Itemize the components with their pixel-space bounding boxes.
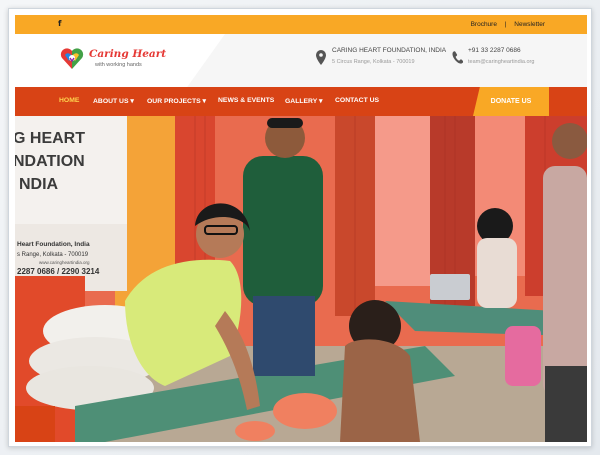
- banner-line-1: G HEART: [15, 130, 85, 147]
- nav-home[interactable]: HOME: [59, 97, 79, 104]
- location-pin-icon: [316, 50, 326, 65]
- newsletter-link[interactable]: Newsletter: [514, 21, 545, 28]
- site-header: Caring Heart with working hands CARING H…: [15, 34, 587, 87]
- logo-title[interactable]: Caring Heart: [89, 48, 166, 60]
- donate-button[interactable]: DONATE US: [473, 87, 549, 116]
- top-bar: f Brochure | Newsletter: [15, 15, 587, 34]
- web-page: f Brochure | Newsletter Caring Heart wit…: [15, 15, 587, 442]
- nav-contact-us[interactable]: CONTACT US: [335, 97, 379, 104]
- banner-phone: 2287 0686 / 2290 3214: [17, 267, 100, 276]
- banner-address: s Range, Kolkata - 700019: [17, 252, 89, 258]
- nav-about-us[interactable]: ABOUT US ▾: [93, 97, 134, 105]
- phone-number[interactable]: +91 33 2287 0686: [468, 47, 521, 54]
- hero-photo: G HEART NDATION NDIA Heart Foundation, I…: [15, 116, 587, 442]
- top-links-separator: |: [504, 21, 507, 28]
- nav-our-projects[interactable]: OUR PROJECTS ▾: [147, 97, 206, 105]
- banner-line-3: NDIA: [19, 176, 59, 193]
- hero-photo-illustration: G HEART NDATION NDIA Heart Foundation, I…: [15, 116, 587, 442]
- browser-frame: f Brochure | Newsletter Caring Heart wit…: [8, 8, 592, 447]
- banner-website: www.caringheartindia.org: [39, 260, 90, 265]
- nav-news-events[interactable]: NEWS & EVENTS: [218, 97, 274, 104]
- top-links: Brochure | Newsletter: [465, 21, 545, 28]
- header-logo-panel: [15, 34, 225, 87]
- banner-line-2: NDATION: [15, 153, 85, 170]
- email-address[interactable]: team@caringheartindia.org: [468, 59, 534, 65]
- address-title: CARING HEART FOUNDATION, INDIA: [332, 47, 447, 54]
- banner-org-name: Heart Foundation, India: [17, 241, 90, 248]
- facebook-icon[interactable]: f: [58, 19, 61, 28]
- nav-gallery[interactable]: GALLERY ▾: [285, 97, 322, 105]
- heart-hands-logo-icon[interactable]: [59, 45, 85, 71]
- phone-icon: [452, 51, 463, 64]
- address-detail: 5 Circus Range, Kolkata - 700019: [332, 59, 415, 65]
- brochure-link[interactable]: Brochure: [471, 21, 497, 28]
- logo-tagline: with working hands: [95, 62, 142, 68]
